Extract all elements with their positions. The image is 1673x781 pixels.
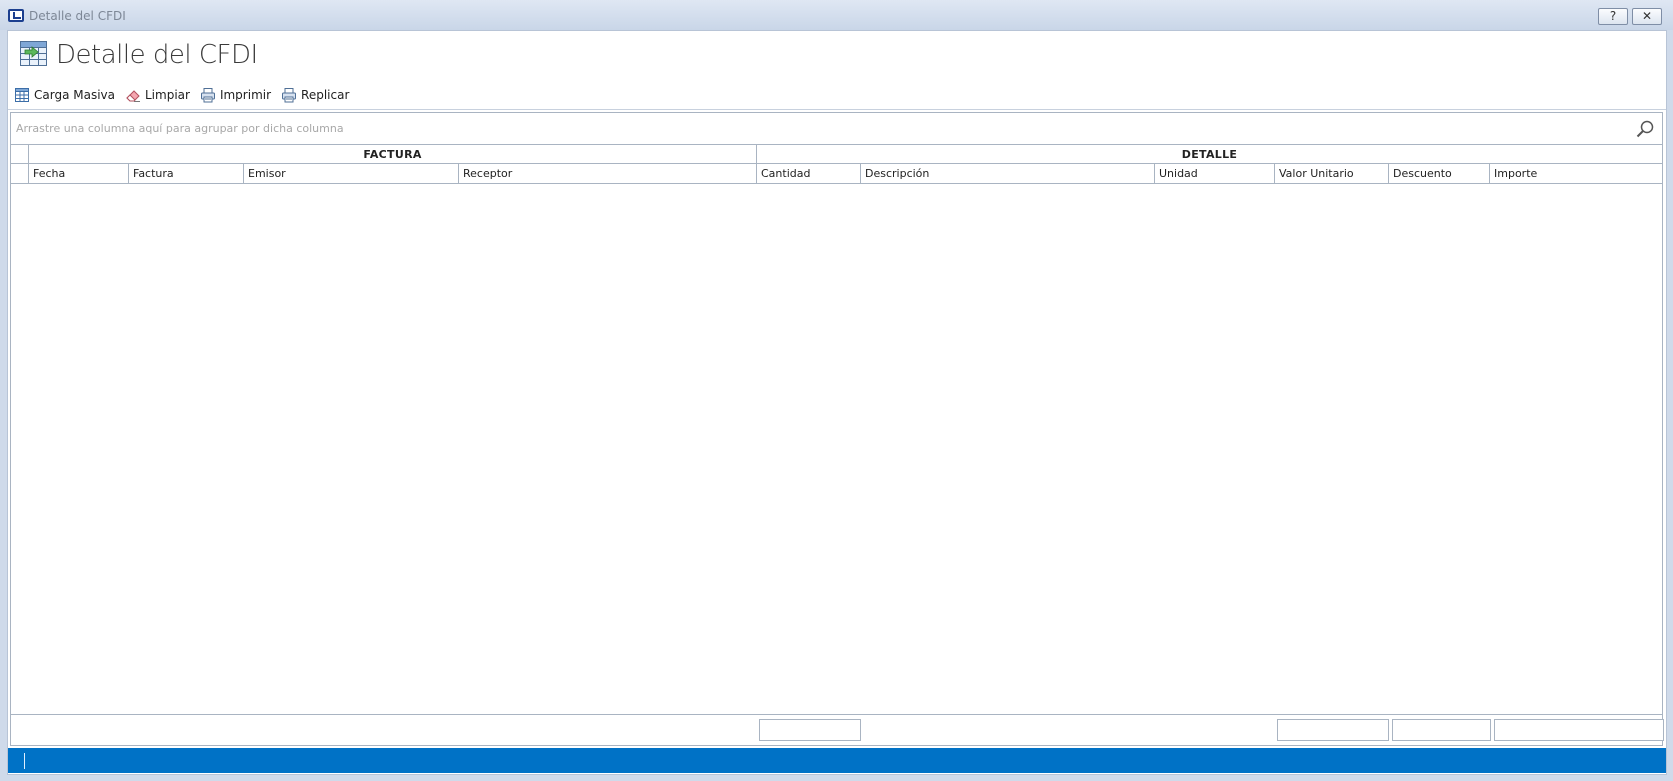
imprimir-button[interactable]: Imprimir (200, 85, 271, 105)
help-button[interactable]: ? (1598, 8, 1628, 25)
printer-icon (282, 88, 297, 103)
imprimir-label: Imprimir (219, 88, 272, 102)
replicar-button[interactable]: Replicar (281, 85, 349, 105)
column-header-factura[interactable]: Factura (129, 164, 244, 183)
column-header-fecha[interactable]: Fecha (29, 164, 129, 183)
limpiar-label: Limpiar (145, 88, 190, 102)
summary-descuento (1392, 719, 1491, 741)
band-factura[interactable]: FACTURA (29, 145, 757, 164)
replicar-label: Replicar (301, 88, 350, 102)
group-by-panel[interactable]: Arrastre una columna aquí para agrupar p… (11, 113, 1662, 144)
bulk-load-icon (15, 88, 29, 102)
band-detalle[interactable]: DETALLE (757, 145, 1662, 164)
band-header-row: FACTURA DETALLE (11, 144, 1662, 164)
window-client-area: Detalle del CFDI Carga Masiva Limpiar Im… (7, 30, 1667, 775)
column-header-unidad[interactable]: Unidad (1155, 164, 1275, 183)
data-grid: Arrastre una columna aquí para agrupar p… (10, 112, 1664, 746)
summary-importe (1494, 719, 1664, 741)
window-title-bar: Detalle del CFDI ? ✕ (0, 0, 1673, 30)
group-by-hint: Arrastre una columna aquí para agrupar p… (16, 122, 344, 135)
column-header-cantidad[interactable]: Cantidad (757, 164, 861, 183)
app-icon (8, 9, 24, 22)
close-button[interactable]: ✕ (1632, 8, 1662, 25)
column-header-descripcion[interactable]: Descripción (861, 164, 1155, 183)
column-header-row: Fecha Factura Emisor Receptor Cantidad D… (11, 163, 1662, 184)
grid-footer (11, 714, 1664, 745)
carga-masiva-label: Carga Masiva (34, 88, 115, 102)
column-header-valor-unitario[interactable]: Valor Unitario (1275, 164, 1389, 183)
grid-rows-area[interactable] (11, 184, 1662, 714)
status-bar (8, 748, 1666, 773)
grid-table-icon (20, 41, 47, 66)
status-separator (24, 753, 25, 769)
page-title: Detalle del CFDI (56, 40, 258, 70)
window-title: Detalle del CFDI (29, 9, 126, 23)
toolbar-divider (8, 109, 1666, 110)
row-indicator-header (11, 164, 29, 183)
eraser-icon (126, 90, 140, 102)
summary-valor-unitario (1277, 719, 1389, 741)
column-header-descuento[interactable]: Descuento (1389, 164, 1490, 183)
column-header-importe[interactable]: Importe (1490, 164, 1662, 183)
search-icon[interactable] (1635, 119, 1655, 139)
toolbar: Carga Masiva Limpiar Imprimir Replicar (14, 85, 359, 105)
band-indicator-cell (11, 145, 29, 164)
carga-masiva-button[interactable]: Carga Masiva (14, 85, 115, 105)
limpiar-button[interactable]: Limpiar (125, 85, 190, 105)
summary-cantidad (759, 719, 861, 741)
column-header-receptor[interactable]: Receptor (459, 164, 757, 183)
printer-icon (200, 88, 215, 103)
column-header-emisor[interactable]: Emisor (244, 164, 459, 183)
